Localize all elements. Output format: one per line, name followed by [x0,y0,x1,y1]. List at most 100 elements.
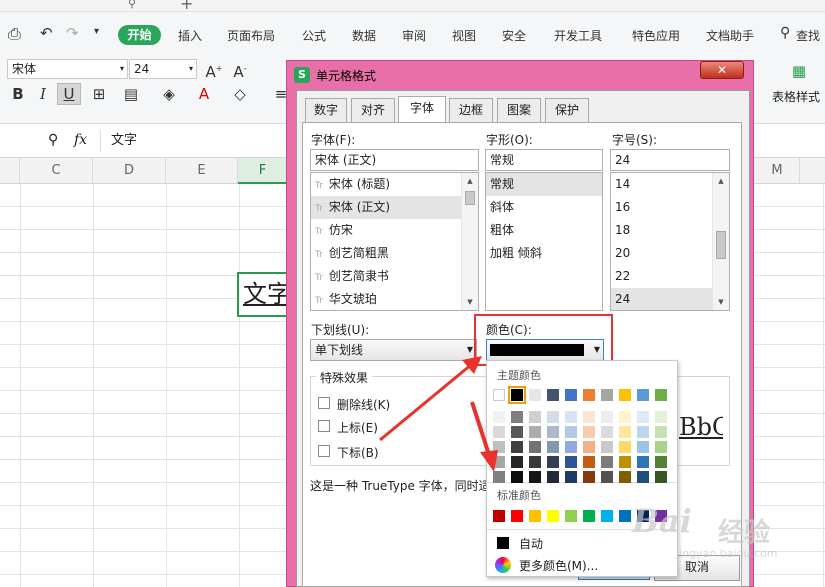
menu-page-layout[interactable]: 页面布局 [227,27,275,44]
theme-shade-swatch[interactable] [529,411,541,423]
menu-data[interactable]: 数据 [352,27,376,44]
theme-shade-swatch[interactable] [655,411,667,423]
theme-shade-swatch[interactable] [583,471,595,483]
list-item[interactable]: Tr 创艺简隶书 [311,265,478,288]
theme-shade-swatch[interactable] [601,426,613,438]
subscript-checkbox[interactable] [318,445,330,457]
theme-shade-swatch[interactable] [637,426,649,438]
menu-security[interactable]: 安全 [502,27,526,44]
theme-shade-swatch[interactable] [655,471,667,483]
close-icon[interactable]: ✕ [700,61,744,79]
theme-shade-swatch[interactable] [637,471,649,483]
list-item[interactable]: Tr 华文琥珀 [311,288,478,310]
theme-shade-swatch[interactable] [583,426,595,438]
font-size-combo[interactable]: 24 ▾ [129,59,197,79]
scroll-thumb[interactable] [716,231,726,259]
menu-insert[interactable]: 插入 [178,27,202,44]
menu-review[interactable]: 审阅 [402,27,426,44]
theme-shade-swatch[interactable] [565,411,577,423]
column-header-m[interactable]: M [755,158,800,184]
theme-shade-swatch[interactable] [637,441,649,453]
theme-color-swatch[interactable] [565,389,577,401]
theme-color-swatch[interactable] [601,389,613,401]
undo-icon[interactable]: ↶ [40,24,53,42]
standard-color-swatch[interactable] [565,510,577,522]
list-item[interactable]: Tr 仿宋 [311,219,478,242]
quick-access-dropdown-icon[interactable]: ▾ [94,26,99,37]
clear-format-icon[interactable]: ◇ [229,84,251,104]
theme-shade-swatch[interactable] [547,471,559,483]
list-item[interactable]: Tr 创艺简粗黑 [311,242,478,265]
font-name-input[interactable]: 宋体 (正文) [310,149,479,171]
theme-shade-swatch[interactable] [529,426,541,438]
tab-number[interactable]: 数字 [305,98,347,122]
more-colors-option[interactable]: 更多颜色(M)... [519,557,598,574]
list-item[interactable]: 斜体 [486,196,602,219]
scroll-down-icon[interactable]: ▼ [713,294,729,310]
scroll-up-icon[interactable]: ▲ [713,173,729,189]
font-list-scrollbar[interactable]: ▲ ▼ [461,173,478,310]
font-name-combo[interactable]: 宋体 ▾ [7,59,128,79]
theme-shade-swatch[interactable] [565,426,577,438]
formula-input[interactable]: 文字 [100,130,290,152]
chevron-down-icon[interactable]: ▾ [120,60,124,78]
standard-color-swatch[interactable] [547,510,559,522]
column-header-c[interactable]: C [20,158,93,184]
font-style-list[interactable]: 常规 斜体 粗体 加粗 倾斜 [485,172,603,311]
theme-shade-swatch[interactable] [583,411,595,423]
increase-font-icon[interactable]: A+ [204,59,224,82]
theme-shade-swatch[interactable] [511,426,523,438]
theme-shade-swatch[interactable] [511,411,523,423]
tab-font[interactable]: 字体 [398,96,446,123]
list-item[interactable]: 粗体 [486,219,602,242]
standard-color-swatch[interactable] [493,510,505,522]
theme-shade-swatch[interactable] [583,456,595,468]
theme-shade-swatch[interactable] [565,456,577,468]
list-item[interactable]: 加粗 倾斜 [486,242,602,265]
theme-color-swatch[interactable] [619,389,631,401]
list-item[interactable]: Tr 宋体 (标题) [311,173,478,196]
font-size-list[interactable]: 14 16 18 20 22 24 ▲ ▼ [610,172,730,311]
theme-shade-swatch[interactable] [565,471,577,483]
theme-color-swatch[interactable] [508,386,526,404]
font-name-list[interactable]: Tr 宋体 (标题) Tr 宋体 (正文) Tr 仿宋 Tr 创艺简粗黑 Tr 创艺简隶书… [310,172,479,311]
bold-icon[interactable]: B [9,84,27,104]
column-header-f[interactable]: F [238,158,288,184]
strikethrough-checkbox[interactable] [318,397,330,409]
theme-shade-swatch[interactable] [529,471,541,483]
theme-shade-swatch[interactable] [511,471,523,483]
theme-color-swatch[interactable] [547,389,559,401]
chevron-down-icon[interactable]: ▾ [189,60,193,78]
theme-shade-swatch[interactable] [655,456,667,468]
list-item[interactable]: 常规 [486,173,602,196]
zoom-formula-icon[interactable]: ⚲ [48,132,58,148]
tab-border[interactable]: 边框 [449,98,493,122]
border-icon[interactable]: ⊞ [88,84,110,104]
theme-shade-swatch[interactable] [601,411,613,423]
tab-alignment[interactable]: 对齐 [351,98,395,122]
tab-pattern[interactable]: 图案 [497,98,541,122]
column-header-e[interactable]: E [166,158,238,184]
theme-color-swatch[interactable] [655,389,667,401]
theme-shade-swatch[interactable] [655,441,667,453]
auto-color-swatch[interactable] [497,537,509,549]
superscript-checkbox[interactable] [318,420,330,432]
theme-shade-swatch[interactable] [511,456,523,468]
redo-icon[interactable]: ↷ [66,24,79,42]
auto-color-option[interactable]: 自动 [519,535,543,552]
size-list-scrollbar[interactable]: ▲ ▼ [712,173,729,310]
theme-shade-swatch[interactable] [619,441,631,453]
theme-shade-swatch[interactable] [547,426,559,438]
font-color-icon[interactable]: A [193,84,215,104]
menu-view[interactable]: 视图 [452,27,476,44]
theme-shade-swatch[interactable] [547,411,559,423]
standard-color-swatch[interactable] [619,510,631,522]
selected-cell[interactable]: 文字 [237,272,293,317]
theme-color-swatch[interactable] [637,389,649,401]
pin-icon[interactable]: ⚲ [128,0,136,10]
theme-shade-swatch[interactable] [655,426,667,438]
table-style-label[interactable]: 表格样式 [772,88,820,105]
italic-icon[interactable]: I [34,84,52,104]
menu-doc-assistant[interactable]: 文档助手 [706,27,754,44]
underline-icon[interactable]: U [57,83,81,105]
